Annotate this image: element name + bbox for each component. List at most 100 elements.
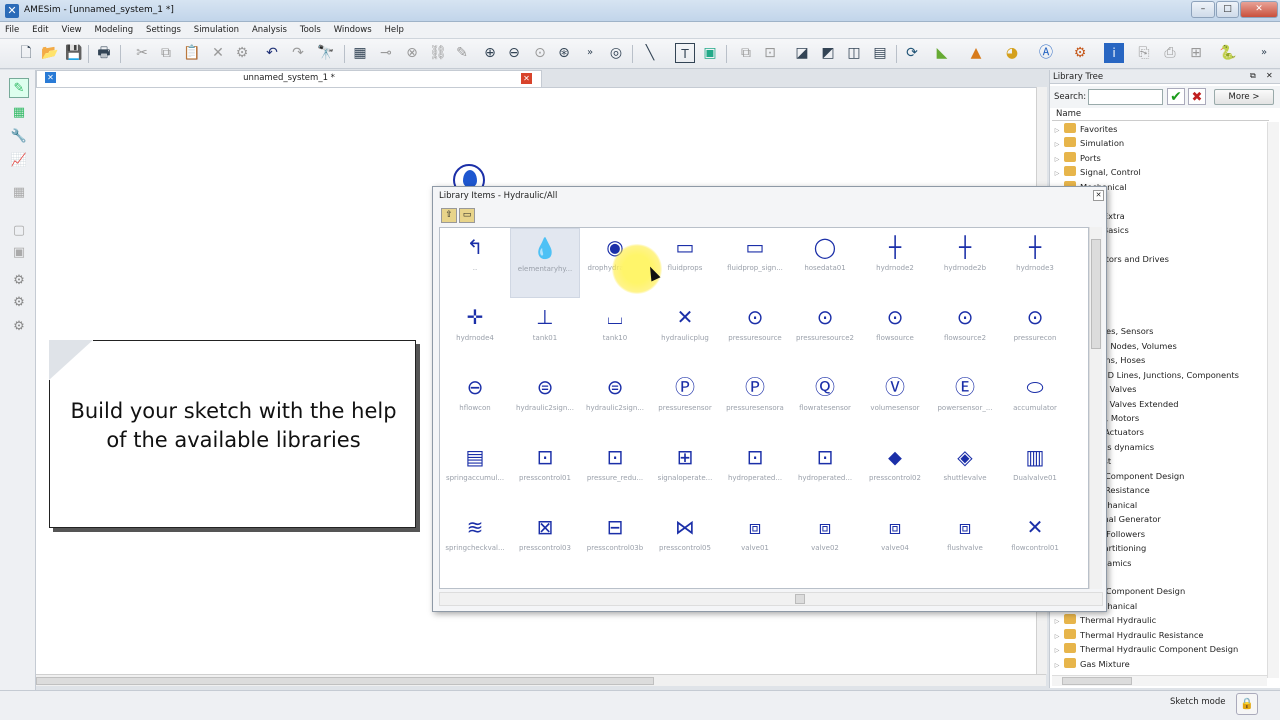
menu-file[interactable]: File — [0, 22, 24, 39]
library-item[interactable]: ⊕ — [930, 578, 1000, 588]
save-icon[interactable]: 💾 — [64, 43, 84, 63]
library-item[interactable]: ✕ hydraulicplug — [650, 298, 720, 368]
library-item[interactable]: ◯ hosedata01 — [790, 228, 860, 298]
plot-icon[interactable]: ⧉ — [736, 43, 756, 63]
library-item[interactable]: ⊞ signaloperate... — [650, 438, 720, 508]
graph-icon[interactable]: ⊡ — [760, 43, 780, 63]
maximize-button[interactable]: □ — [1216, 1, 1239, 18]
chart-b-icon[interactable]: ◩ — [818, 43, 838, 63]
info-icon[interactable]: i — [1104, 43, 1124, 63]
sketch-mode-icon[interactable]: ✎ — [9, 78, 29, 98]
zoom-fit-icon[interactable]: ⊙ — [530, 43, 550, 63]
library-item[interactable]: ⊟ — [650, 578, 720, 588]
library-item[interactable]: ✶ — [580, 578, 650, 588]
menu-simulation[interactable]: Simulation — [189, 22, 244, 39]
redo-icon[interactable]: ↷ — [288, 43, 308, 63]
tree-item[interactable]: ▷ Signal, Control — [1052, 165, 1141, 179]
library-item[interactable]: ⊙ pressuresource2 — [790, 298, 860, 368]
gauge-icon[interactable]: ◕ — [1002, 43, 1022, 63]
chain-icon[interactable]: ⛓ — [428, 43, 448, 63]
library-item[interactable]: ✕ flowcontrol01 — [1000, 508, 1070, 578]
tree-item[interactable]: ▷ Thermal Hydraulic Resistance — [1052, 628, 1204, 642]
tool-b-icon[interactable]: ▢ — [9, 220, 29, 240]
library-item[interactable]: ≋ springcheckval... — [440, 508, 510, 578]
library-item[interactable]: ⬭ accumulator — [1000, 368, 1070, 438]
library-item[interactable]: ⧈ flushvalve — [930, 508, 1000, 578]
menu-help[interactable]: Help — [380, 22, 409, 39]
export-icon[interactable]: ⎘ — [1134, 43, 1154, 63]
canvas-horizontal-scrollbar[interactable] — [36, 674, 1046, 686]
toolbar-overflow-2-icon[interactable]: » — [1254, 43, 1274, 63]
tree-item[interactable]: ▷ Favorites — [1052, 122, 1117, 136]
analysis-icon[interactable]: ◣ — [932, 43, 952, 63]
library-item[interactable]: ⬥ presscontrol02 — [860, 438, 930, 508]
new-file-icon[interactable]: 🗋 — [16, 43, 36, 63]
library-item[interactable]: ⊙ flowsource — [860, 298, 930, 368]
menu-modeling[interactable]: Modeling — [90, 22, 139, 39]
library-item[interactable]: ↰.. — [440, 228, 510, 298]
library-item[interactable]: ⊡ hydroperated... — [720, 438, 790, 508]
tool-d-icon[interactable]: ⚙ — [9, 270, 29, 290]
parent-folder-icon[interactable]: ⇧ — [441, 208, 457, 223]
tool-a-icon[interactable]: ▦ — [9, 182, 29, 202]
chart-a-icon[interactable]: ◪ — [792, 43, 812, 63]
tree-item[interactable]: ▷ Simulation — [1052, 136, 1124, 150]
tree-scroll-thumb[interactable] — [1062, 677, 1132, 685]
toolbar-overflow-icon[interactable]: » — [580, 43, 600, 63]
library-item[interactable]: ⧈ valve02 — [790, 508, 860, 578]
library-item[interactable]: ▥ Dualvalve01 — [1000, 438, 1070, 508]
library-item[interactable]: ⊙ pressuresource — [720, 298, 790, 368]
library-item[interactable]: Ⓔpowersensor_... — [930, 368, 1000, 438]
delete-icon[interactable]: ✕ — [208, 43, 228, 63]
library-item[interactable]: ⊖ hflowcon — [440, 368, 510, 438]
group-icon[interactable]: ⊗ — [402, 43, 422, 63]
library-item[interactable]: ▤ springaccumul... — [440, 438, 510, 508]
library-item[interactable]: ⊕ — [1000, 578, 1070, 588]
expand-arrow-icon[interactable]: ▷ — [1052, 659, 1062, 670]
undo-icon[interactable]: ↶ — [262, 43, 282, 63]
text-tool-icon[interactable]: T — [675, 43, 695, 63]
library-items-hscroll-thumb[interactable] — [795, 594, 805, 604]
tree-item[interactable]: ▷ Thermal Hydraulic — [1052, 613, 1156, 627]
zoom-in-icon[interactable]: ⊕ — [480, 43, 500, 63]
zoom-out-icon[interactable]: ⊖ — [504, 43, 524, 63]
library-items-horizontal-scrollbar[interactable] — [439, 592, 1103, 606]
library-item[interactable]: ⌴ tank10 — [580, 298, 650, 368]
library-item[interactable]: ⊕ — [860, 578, 930, 588]
library-item[interactable]: 💧 elementaryhy... — [510, 228, 580, 298]
tool-f-icon[interactable]: ⚙ — [9, 316, 29, 336]
tree-item[interactable]: ▷ Ports — [1052, 151, 1101, 165]
chart-d-icon[interactable]: ▤ — [870, 43, 890, 63]
network-icon[interactable]: ⊞ — [1186, 43, 1206, 63]
library-item[interactable]: ⊙ flowsource2 — [930, 298, 1000, 368]
library-item[interactable]: ⋀ — [720, 578, 790, 588]
library-items-close-icon[interactable]: ✕ — [1093, 190, 1104, 201]
tree-column-header[interactable]: Name — [1052, 108, 1269, 121]
library-item[interactable]: ⊥ tank01 — [510, 298, 580, 368]
library-item[interactable]: ⊜ hydraulic2sign... — [580, 368, 650, 438]
library-item[interactable]: Ⓟpressuresensora — [720, 368, 790, 438]
component-icon[interactable]: ⚙ — [232, 43, 252, 63]
menu-tools[interactable]: Tools — [295, 22, 326, 39]
menu-windows[interactable]: Windows — [329, 22, 377, 39]
refresh-icon[interactable]: ⟳ — [902, 43, 922, 63]
library-item[interactable]: ⊡ pressure_redu... — [580, 438, 650, 508]
library-item[interactable]: ⊠ presscontrol03 — [510, 508, 580, 578]
library-item[interactable]: ⊙ pressurecon — [1000, 298, 1070, 368]
library-search-input[interactable] — [1088, 89, 1163, 105]
library-items-scroll-thumb[interactable] — [1091, 239, 1101, 349]
menu-settings[interactable]: Settings — [141, 22, 186, 39]
tree-vertical-scrollbar[interactable] — [1267, 122, 1279, 678]
undock-icon[interactable]: ⧉ — [1250, 71, 1256, 81]
tool-e-icon[interactable]: ⚙ — [9, 292, 29, 312]
tree-item[interactable]: ▷ Thermal Hydraulic Component Design — [1052, 642, 1238, 656]
zoom-all-icon[interactable]: ⊛ — [554, 43, 574, 63]
pen-icon[interactable]: ✎ — [452, 43, 472, 63]
library-item[interactable]: ⊜ hydraulic2sign... — [510, 368, 580, 438]
chart-c-icon[interactable]: ◫ — [844, 43, 864, 63]
library-item[interactable]: ⊡ hydroperated... — [790, 438, 860, 508]
tool-c-icon[interactable]: ▣ — [9, 242, 29, 262]
select-icon[interactable]: ▦ — [350, 43, 370, 63]
library-item[interactable]: Ⓠflowratesensor — [790, 368, 860, 438]
menu-analysis[interactable]: Analysis — [247, 22, 292, 39]
